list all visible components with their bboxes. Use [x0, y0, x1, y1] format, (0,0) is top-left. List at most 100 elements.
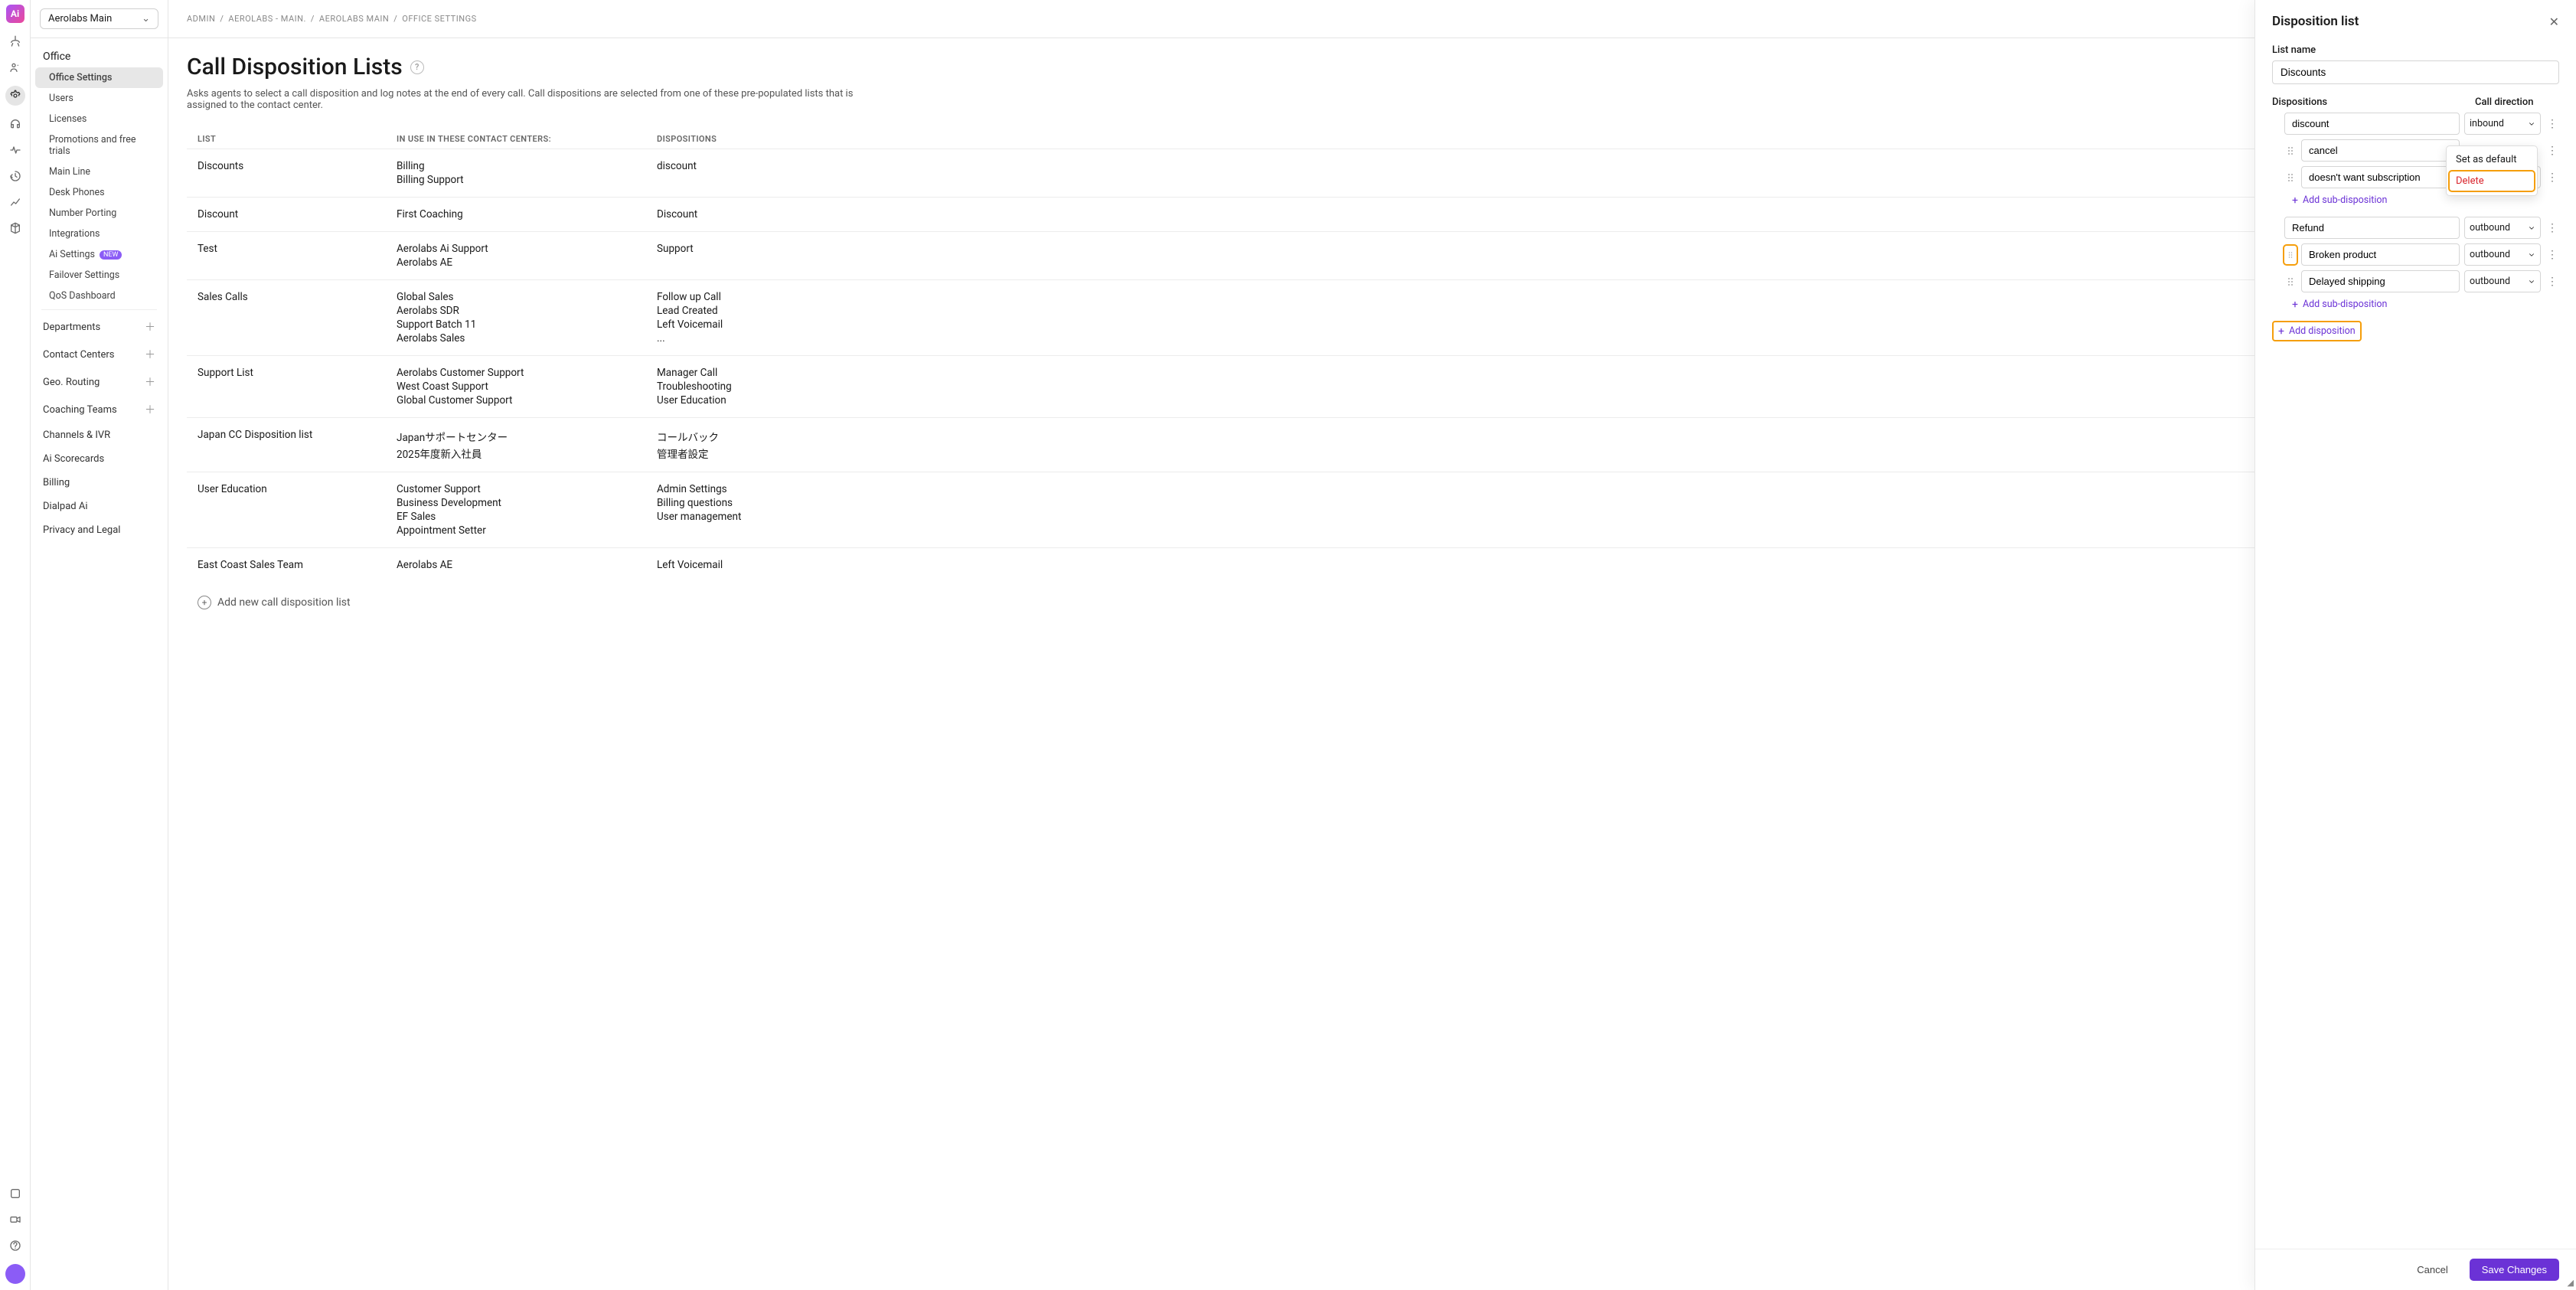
cell-list: Discounts — [198, 160, 397, 186]
user-avatar[interactable] — [5, 1264, 25, 1284]
add-icon[interactable]: ＋ — [145, 402, 155, 417]
drag-handle-icon[interactable] — [2284, 276, 2297, 288]
rocket-icon[interactable] — [8, 34, 23, 49]
table-header: LIST IN USE IN THESE CONTACT CENTERS: DI… — [187, 126, 2558, 149]
add-new-disposition-list[interactable]: + Add new call disposition list — [187, 591, 2558, 614]
menu-set-default[interactable]: Set as default — [2447, 149, 2537, 170]
ai-square-icon[interactable] — [8, 1186, 23, 1201]
sidebar-section-ai-scorecards[interactable]: Ai Scorecards — [35, 447, 163, 471]
analytics-icon[interactable] — [8, 194, 23, 210]
col-direction-label: Call direction — [2475, 96, 2559, 108]
pulse-icon[interactable] — [8, 142, 23, 158]
table-row[interactable]: Discount First Coaching Discount ⋮ — [187, 197, 2558, 231]
sidebar-item-failover-settings[interactable]: Failover Settings — [35, 265, 163, 286]
add-icon[interactable]: ＋ — [145, 374, 155, 390]
sidebar-section-coaching-teams[interactable]: Coaching Teams＋ — [35, 396, 163, 423]
row-menu-icon[interactable]: ⋮ — [2545, 222, 2559, 234]
row-menu-icon[interactable]: ⋮ — [2545, 276, 2559, 288]
chevron-down-icon: ⌄ — [142, 13, 150, 24]
breadcrumb-item[interactable]: OFFICE SETTINGS — [402, 14, 476, 24]
help-icon[interactable] — [8, 1238, 23, 1253]
app-logo[interactable]: Ai — [6, 5, 24, 23]
add-icon[interactable]: ＋ — [145, 319, 155, 335]
disposition-input[interactable] — [2301, 139, 2460, 162]
cell-dispositions: discount — [657, 160, 2516, 186]
table-row[interactable]: Support List Aerolabs Customer SupportWe… — [187, 355, 2558, 417]
disposition-input[interactable] — [2284, 217, 2460, 239]
close-icon[interactable]: ✕ — [2549, 15, 2559, 29]
menu-delete[interactable]: Delete — [2450, 171, 2534, 191]
row-context-menu: Set as default Delete — [2446, 145, 2538, 196]
cell-centers: BillingBilling Support — [397, 160, 657, 186]
sidebar-item-users[interactable]: Users — [35, 88, 163, 109]
direction-select[interactable]: inbound — [2464, 113, 2541, 135]
sidebar-item-licenses[interactable]: Licenses — [35, 109, 163, 129]
cell-list: Japan CC Disposition list — [198, 429, 397, 461]
breadcrumb-item[interactable]: AEROLABS MAIN — [319, 14, 389, 24]
row-menu-icon[interactable]: ⋮ — [2545, 118, 2559, 130]
drag-handle-icon[interactable] — [2284, 246, 2297, 264]
disposition-row: inbound ⋮ — [2272, 113, 2559, 135]
history-icon[interactable] — [8, 168, 23, 184]
sidebar-section-contact-centers[interactable]: Contact Centers＋ — [35, 341, 163, 368]
video-icon[interactable] — [8, 1212, 23, 1227]
direction-select[interactable]: outbound — [2464, 217, 2541, 239]
row-menu-icon[interactable]: ⋮ — [2545, 171, 2559, 184]
table-row[interactable]: East Coast Sales Team Aerolabs AE Left V… — [187, 547, 2558, 582]
sidebar-section-geo-routing[interactable]: Geo. Routing＋ — [35, 368, 163, 396]
add-sub-disposition[interactable]: +Add sub-disposition — [2292, 194, 2559, 206]
plus-icon: + — [2292, 299, 2298, 310]
info-icon[interactable]: ? — [410, 60, 424, 74]
table-row[interactable]: User Education Customer SupportBusiness … — [187, 472, 2558, 547]
table-row[interactable]: Sales Calls Global SalesAerolabs SDRSupp… — [187, 279, 2558, 355]
sidebar-item-office-settings[interactable]: Office Settings — [35, 67, 163, 88]
sidebar-section-dialpad-ai[interactable]: Dialpad Ai — [35, 495, 163, 518]
cube-icon[interactable] — [8, 220, 23, 236]
table-row[interactable]: Japan CC Disposition list Japanサポートセンター2… — [187, 417, 2558, 472]
settings-sidebar: Aerolabs Main ⌄ Office Office SettingsUs… — [31, 0, 168, 1290]
direction-select[interactable]: outbound — [2464, 270, 2541, 292]
sidebar-item-desk-phones[interactable]: Desk Phones — [35, 182, 163, 203]
cell-list: Discount — [198, 208, 397, 220]
plus-icon: + — [2278, 326, 2284, 337]
breadcrumb-item[interactable]: ADMIN — [187, 14, 215, 24]
add-sub-disposition[interactable]: +Add sub-disposition — [2292, 299, 2559, 310]
cancel-button[interactable]: Cancel — [2405, 1259, 2460, 1281]
sidebar-item-main-line[interactable]: Main Line — [35, 162, 163, 182]
direction-select[interactable]: outbound — [2464, 243, 2541, 266]
save-button[interactable]: Save Changes — [2470, 1259, 2559, 1281]
sidebar-section-departments[interactable]: Departments＋ — [35, 313, 163, 341]
sidebar-item-integrations[interactable]: Integrations — [35, 224, 163, 244]
breadcrumb-item[interactable]: AEROLABS - MAIN. — [228, 14, 305, 24]
col-list: LIST — [198, 134, 397, 144]
sidebar-item-ai-settings[interactable]: Ai SettingsNEW — [35, 244, 163, 265]
list-name-input[interactable] — [2272, 60, 2559, 84]
cell-centers: Aerolabs AE — [397, 559, 657, 571]
drag-handle-icon[interactable] — [2284, 171, 2297, 184]
sidebar-item-qos-dashboard[interactable]: QoS Dashboard — [35, 286, 163, 306]
context-selector[interactable]: Aerolabs Main ⌄ — [40, 8, 158, 29]
headset-icon[interactable] — [8, 116, 23, 132]
disposition-input[interactable] — [2284, 113, 2460, 135]
row-menu-icon[interactable]: ⋮ — [2545, 145, 2559, 157]
disposition-list-panel: Disposition list ✕ List name Disposition… — [2254, 0, 2576, 1290]
table-row[interactable]: Test Aerolabs Ai SupportAerolabs AE Supp… — [187, 231, 2558, 279]
cell-list: Sales Calls — [198, 291, 397, 345]
cell-dispositions: Discount — [657, 208, 2516, 220]
sidebar-section-channels-ivr[interactable]: Channels & IVR — [35, 423, 163, 447]
sidebar-section-billing[interactable]: Billing — [35, 471, 163, 495]
sidebar-item-number-porting[interactable]: Number Porting — [35, 203, 163, 224]
drag-handle-icon[interactable] — [2284, 145, 2297, 157]
sidebar-section-privacy-and-legal[interactable]: Privacy and Legal — [35, 518, 163, 542]
disposition-input[interactable] — [2301, 166, 2460, 188]
people-icon[interactable] — [8, 60, 23, 75]
panel-title: Disposition list — [2272, 14, 2359, 29]
disposition-input[interactable] — [2301, 270, 2460, 292]
sidebar-item-promotions-and-free-trials[interactable]: Promotions and free trials — [35, 129, 163, 162]
add-icon[interactable]: ＋ — [145, 347, 155, 362]
add-disposition-button[interactable]: + Add disposition — [2278, 325, 2356, 337]
settings-gear-icon[interactable] — [5, 86, 25, 106]
disposition-input[interactable] — [2301, 243, 2460, 266]
table-row[interactable]: Discounts BillingBilling Support discoun… — [187, 149, 2558, 197]
row-menu-icon[interactable]: ⋮ — [2545, 249, 2559, 261]
